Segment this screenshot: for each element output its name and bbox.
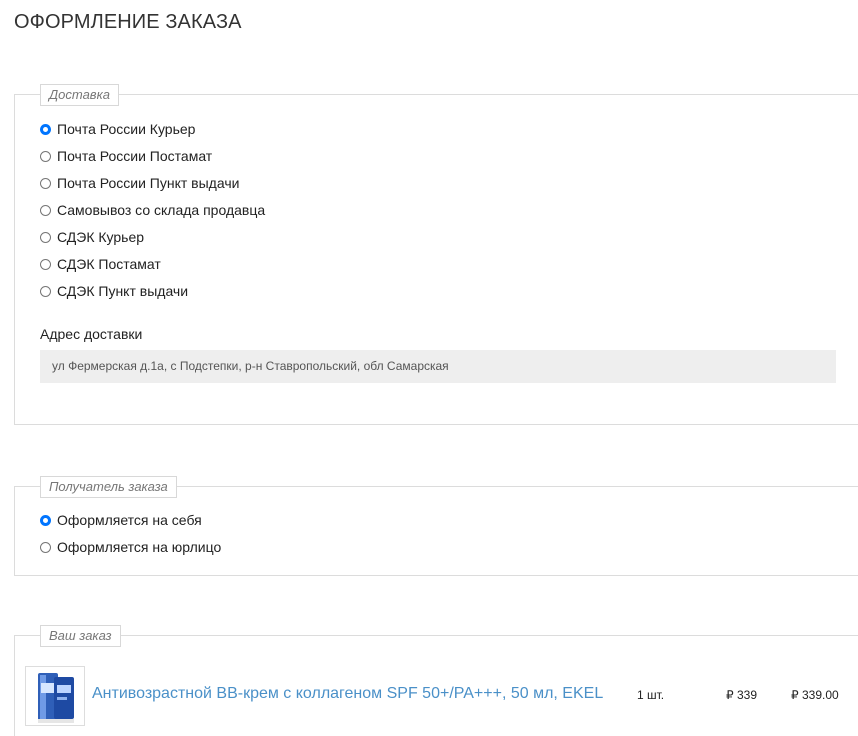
recipient-option-self[interactable]: Оформляется на себя bbox=[40, 511, 202, 529]
radio-button[interactable] bbox=[40, 231, 51, 243]
delivery-address-field[interactable]: ул Фермерская д.1а, с Подстепки, р-н Ста… bbox=[40, 350, 836, 383]
radio-button[interactable] bbox=[40, 541, 51, 553]
delivery-option-label: СДЭК Пункт выдачи bbox=[57, 283, 189, 299]
product-name-link[interactable]: Антивозрастной ВВ-крем с коллагеном SPF … bbox=[92, 685, 603, 703]
delivery-option-seller-warehouse-pickup[interactable]: Самовывоз со склада продавца bbox=[40, 201, 265, 219]
delivery-section: Доставка Почта России Курьер Почта Росси… bbox=[14, 84, 858, 425]
delivery-option-russian-post-parcel-locker[interactable]: Почта России Постамат bbox=[40, 147, 212, 165]
page-title: ОФОРМЛЕНИЕ ЗАКАЗА bbox=[14, 11, 242, 33]
radio-button[interactable] bbox=[40, 177, 51, 189]
product-price: ₽ 339 bbox=[726, 688, 757, 702]
radio-button[interactable] bbox=[40, 204, 51, 216]
radio-button[interactable] bbox=[40, 258, 51, 270]
delivery-option-label: СДЭК Постамат bbox=[57, 256, 161, 272]
delivery-option-label: Почта России Пункт выдачи bbox=[57, 175, 240, 191]
delivery-option-label: СДЭК Курьер bbox=[57, 229, 145, 245]
delivery-legend: Доставка bbox=[40, 84, 119, 106]
radio-button[interactable] bbox=[40, 285, 51, 297]
recipient-option-label: Оформляется на юрлицо bbox=[57, 539, 222, 555]
product-image[interactable] bbox=[25, 666, 85, 726]
product-quantity: 1 шт. bbox=[637, 688, 665, 702]
delivery-option-label: Самовывоз со склада продавца bbox=[57, 202, 266, 218]
order-section: Ваш заказ Антивозрастной ВВ-крем с колла… bbox=[14, 625, 858, 736]
radio-button[interactable] bbox=[40, 123, 51, 135]
recipient-option-legal-entity[interactable]: Оформляется на юрлицо bbox=[40, 538, 221, 556]
order-legend: Ваш заказ bbox=[40, 625, 121, 647]
delivery-option-russian-post-courier[interactable]: Почта России Курьер bbox=[40, 120, 195, 138]
radio-button[interactable] bbox=[40, 514, 51, 526]
delivery-option-russian-post-pickup-point[interactable]: Почта России Пункт выдачи bbox=[40, 174, 239, 192]
recipient-legend: Получатель заказа bbox=[40, 476, 177, 498]
delivery-option-label: Почта России Курьер bbox=[57, 121, 196, 137]
recipient-option-label: Оформляется на себя bbox=[57, 512, 202, 528]
product-tube-icon bbox=[26, 667, 84, 725]
product-total: ₽ 339.00 bbox=[791, 688, 839, 702]
delivery-option-cdek-pickup-point[interactable]: СДЭК Пункт выдачи bbox=[40, 282, 188, 300]
radio-button[interactable] bbox=[40, 150, 51, 162]
recipient-section: Получатель заказа Оформляется на себя Оф… bbox=[14, 476, 858, 576]
delivery-option-cdek-courier[interactable]: СДЭК Курьер bbox=[40, 228, 144, 246]
delivery-option-label: Почта России Постамат bbox=[57, 148, 213, 164]
delivery-address-label: Адрес доставки bbox=[40, 326, 143, 342]
delivery-option-cdek-parcel-locker[interactable]: СДЭК Постамат bbox=[40, 255, 161, 273]
